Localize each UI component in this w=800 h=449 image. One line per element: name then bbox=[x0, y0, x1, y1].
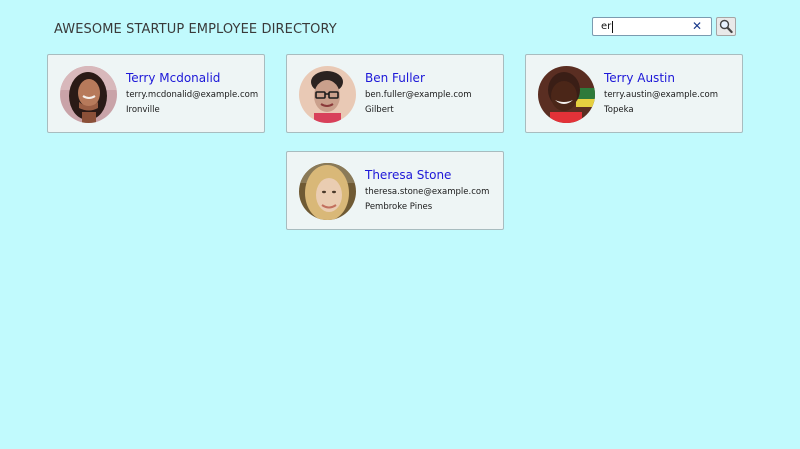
employee-name[interactable]: Theresa Stone bbox=[365, 168, 451, 182]
employee-city: Pembroke Pines bbox=[365, 202, 433, 212]
avatar bbox=[60, 66, 117, 123]
employee-name[interactable]: Terry Austin bbox=[604, 71, 675, 85]
search-box[interactable]: ✕ bbox=[592, 17, 712, 36]
search-icon bbox=[719, 19, 733, 34]
page-title: AWESOME STARTUP EMPLOYEE DIRECTORY bbox=[54, 22, 337, 37]
employee-email: theresa.stone@example.com bbox=[365, 187, 490, 197]
employee-email: terry.austin@example.com bbox=[604, 90, 718, 100]
close-icon[interactable]: ✕ bbox=[691, 20, 703, 33]
employee-name[interactable]: Terry Mcdonalid bbox=[126, 71, 220, 85]
employee-email: ben.fuller@example.com bbox=[365, 90, 472, 100]
employee-card[interactable]: Theresa Stone theresa.stone@example.com … bbox=[286, 151, 504, 230]
search-input[interactable] bbox=[593, 18, 689, 35]
avatar bbox=[538, 66, 595, 123]
employee-city: Gilbert bbox=[365, 105, 394, 115]
employee-card[interactable]: Ben Fuller ben.fuller@example.com Gilber… bbox=[286, 54, 504, 133]
employee-card[interactable]: Terry Austin terry.austin@example.com To… bbox=[525, 54, 743, 133]
search-button[interactable] bbox=[716, 17, 736, 36]
employee-city: Ironville bbox=[126, 105, 160, 115]
avatar bbox=[299, 163, 356, 220]
employee-card[interactable]: Terry Mcdonalid terry.mcdonalid@example.… bbox=[47, 54, 265, 133]
employee-city: Topeka bbox=[604, 105, 634, 115]
employee-email: terry.mcdonalid@example.com bbox=[126, 90, 259, 100]
text-cursor bbox=[612, 21, 613, 33]
employee-name[interactable]: Ben Fuller bbox=[365, 71, 425, 85]
avatar bbox=[299, 66, 356, 123]
